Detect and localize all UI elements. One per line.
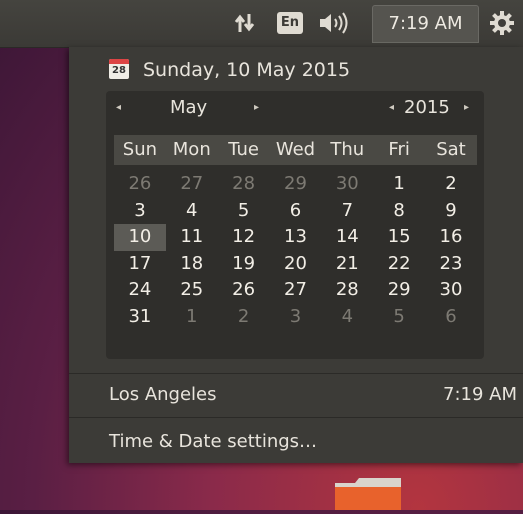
menu-separator bbox=[69, 373, 523, 374]
calendar-day[interactable]: 13 bbox=[270, 224, 322, 251]
calendar-day[interactable]: 25 bbox=[166, 277, 218, 304]
location-time: 7:19 AM bbox=[443, 384, 517, 405]
calendar-day[interactable]: 15 bbox=[373, 224, 425, 251]
top-panel: En 7:19 AM bbox=[0, 0, 523, 48]
calendar-day[interactable]: 1 bbox=[166, 304, 218, 331]
calendar-day[interactable]: 21 bbox=[321, 251, 373, 278]
calendar-week-row: 10 11 12 13 14 15 16 bbox=[114, 224, 477, 251]
volume-icon[interactable] bbox=[317, 10, 351, 36]
calendar-day[interactable]: 6 bbox=[425, 304, 477, 331]
calendar-day[interactable]: 11 bbox=[166, 224, 218, 251]
calendar-day[interactable]: 30 bbox=[425, 277, 477, 304]
day-grid: 26 27 28 29 30 1 2 3 4 5 6 7 8 9 10 11 12 13 14 15 16 17 18 19 2… bbox=[114, 171, 477, 330]
calendar-day[interactable]: 5 bbox=[218, 198, 270, 225]
calendar-day[interactable]: 4 bbox=[321, 304, 373, 331]
network-updown-icon[interactable] bbox=[232, 10, 258, 36]
calendar-day[interactable]: 16 bbox=[425, 224, 477, 251]
weekday-header: Sun Mon Tue Wed Thu Fri Sat bbox=[114, 135, 477, 165]
calendar-day[interactable]: 28 bbox=[321, 277, 373, 304]
calendar-widget: ◂ May ▸ ◂ 2015 ▸ Sun Mon Tue Wed Thu Fri… bbox=[106, 91, 484, 359]
calendar-day[interactable]: 5 bbox=[373, 304, 425, 331]
next-year-arrow-icon[interactable]: ▸ bbox=[464, 91, 469, 125]
calendar-day[interactable]: 20 bbox=[270, 251, 322, 278]
location-name: Los Angeles bbox=[109, 384, 217, 405]
calendar-day[interactable]: 18 bbox=[166, 251, 218, 278]
menu-separator bbox=[69, 417, 523, 418]
time-date-settings-item[interactable]: Time & Date settings… bbox=[109, 424, 317, 460]
weekday-label: Tue bbox=[228, 139, 259, 160]
calendar-day[interactable]: 26 bbox=[114, 171, 166, 198]
calendar-day[interactable]: 24 bbox=[114, 277, 166, 304]
calendar-day[interactable]: 9 bbox=[425, 198, 477, 225]
weekday-label: Sun bbox=[122, 139, 158, 160]
calendar-day[interactable]: 8 bbox=[373, 198, 425, 225]
calendar-day[interactable]: 27 bbox=[270, 277, 322, 304]
calendar-day[interactable]: 26 bbox=[218, 277, 270, 304]
datetime-menu: 28 Sunday, 10 May 2015 ◂ May ▸ ◂ 2015 ▸ … bbox=[69, 47, 523, 463]
weekday-label: Wed bbox=[275, 139, 316, 160]
calendar-day[interactable]: 19 bbox=[218, 251, 270, 278]
weekday-label: Fri bbox=[388, 139, 410, 160]
year-label: 2015 bbox=[404, 97, 450, 118]
calendar-day[interactable]: 22 bbox=[373, 251, 425, 278]
calendar-day[interactable]: 2 bbox=[425, 171, 477, 198]
calendar-day[interactable]: 7 bbox=[321, 198, 373, 225]
calendar-day[interactable]: 29 bbox=[270, 171, 322, 198]
weekday-label: Thu bbox=[330, 139, 365, 160]
calendar-day[interactable]: 31 bbox=[114, 304, 166, 331]
clock-indicator[interactable]: 7:19 AM bbox=[372, 5, 479, 43]
weekday-label: Mon bbox=[172, 139, 211, 160]
prev-year-arrow-icon[interactable]: ◂ bbox=[389, 91, 394, 125]
calendar-day[interactable]: 27 bbox=[166, 171, 218, 198]
location-row[interactable]: Los Angeles 7:19 AM bbox=[69, 375, 523, 415]
calendar-day[interactable]: 14 bbox=[321, 224, 373, 251]
calendar-day[interactable]: 6 bbox=[270, 198, 322, 225]
calendar-week-row: 3456789 bbox=[114, 198, 477, 225]
calendar-day[interactable]: 1 bbox=[373, 171, 425, 198]
calendar-day[interactable]: 3 bbox=[270, 304, 322, 331]
prev-month-arrow-icon[interactable]: ◂ bbox=[116, 91, 121, 125]
calendar-day[interactable]: 3 bbox=[114, 198, 166, 225]
calendar-icon: 28 bbox=[109, 59, 129, 79]
calendar-day-today[interactable]: 10 bbox=[114, 224, 166, 251]
calendar-week-row: 17 18 19 20 21 22 23 bbox=[114, 251, 477, 278]
full-date: Sunday, 10 May 2015 bbox=[143, 59, 351, 81]
weekday-label: Sat bbox=[436, 139, 466, 160]
calendar-day[interactable]: 4 bbox=[166, 198, 218, 225]
keyboard-layout-indicator[interactable]: En bbox=[277, 12, 303, 34]
calendar-week-row: 31 1 2 3 4 5 6 bbox=[114, 304, 477, 331]
month-label: May bbox=[170, 97, 208, 118]
calendar-day[interactable]: 12 bbox=[218, 224, 270, 251]
calendar-day[interactable]: 28 bbox=[218, 171, 270, 198]
calendar-week-row: 24 25 26 27 28 29 30 bbox=[114, 277, 477, 304]
calendar-day[interactable]: 17 bbox=[114, 251, 166, 278]
calendar-day[interactable]: 23 bbox=[425, 251, 477, 278]
calendar-day[interactable]: 2 bbox=[218, 304, 270, 331]
calendar-week-row: 26 27 28 29 30 1 2 bbox=[114, 171, 477, 198]
calendar-day[interactable]: 30 bbox=[321, 171, 373, 198]
system-gear-icon[interactable] bbox=[488, 9, 516, 37]
calendar-day[interactable]: 29 bbox=[373, 277, 425, 304]
next-month-arrow-icon[interactable]: ▸ bbox=[254, 91, 259, 125]
folder-icon[interactable] bbox=[333, 475, 403, 510]
